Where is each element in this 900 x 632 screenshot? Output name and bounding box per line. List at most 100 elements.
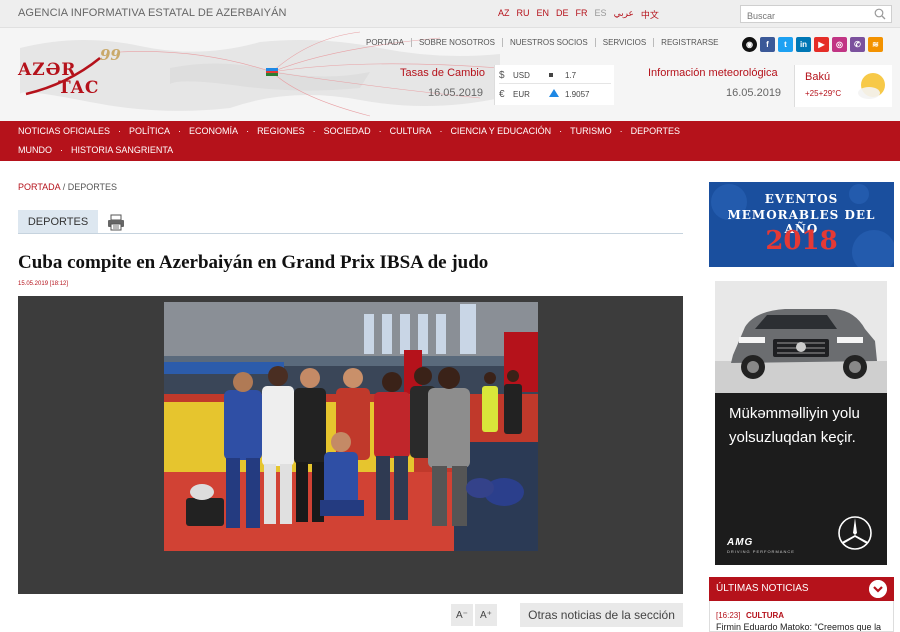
- linkedin-icon[interactable]: in: [796, 37, 811, 52]
- article-photo[interactable]: [164, 302, 538, 551]
- nav-separator: ·: [439, 126, 443, 136]
- chevron-down-icon[interactable]: [869, 580, 887, 598]
- font-larger-button[interactable]: A⁺: [475, 604, 497, 626]
- amg-tagline: DRIVING PERFORMANCE: [727, 549, 795, 554]
- breadcrumb-separator: /: [60, 182, 68, 192]
- rate-value: 1.9057: [565, 90, 590, 99]
- search-input[interactable]: [741, 8, 869, 24]
- weather-title[interactable]: Información meteorológica: [648, 67, 778, 79]
- nav-separator: ·: [60, 145, 63, 155]
- ad-line-2: yolsuzluqdan keçir.: [729, 429, 856, 446]
- exchange-rates-date: 16.05.2019: [428, 87, 484, 99]
- topnav-sobre-nosotros[interactable]: SOBRE NOSOTROS: [410, 38, 502, 47]
- main-nav-item[interactable]: POLÍTICA: [129, 126, 170, 136]
- dollar-icon: $: [499, 70, 505, 81]
- lang-ru[interactable]: RU: [517, 8, 530, 21]
- main-nav-item[interactable]: SOCIEDAD: [324, 126, 371, 136]
- lang-es[interactable]: ES: [595, 8, 607, 21]
- news-category[interactable]: CULTURA: [746, 611, 784, 620]
- search-icon[interactable]: [874, 8, 886, 20]
- more-section-news-button[interactable]: Otras noticias de la sección: [520, 603, 683, 627]
- sun-cloud-icon: [858, 73, 885, 99]
- banner-year: 2018: [765, 226, 838, 256]
- amg-ad-banner[interactable]: Mükəmməlliyin yolu yolsuzluqdan keçir. A…: [715, 281, 887, 565]
- main-nav-item[interactable]: REGIONES: [257, 126, 305, 136]
- print-icon[interactable]: [107, 214, 125, 231]
- main-nav-row-1: NOTICIAS OFICIALES · POLÍTICA · ECONOMÍA · REG…: [18, 126, 680, 136]
- amg-logo: AMG: [727, 537, 754, 548]
- up-arrow-icon: [549, 89, 559, 97]
- nav-separator: ·: [378, 126, 382, 136]
- lang-de[interactable]: DE: [556, 8, 569, 21]
- main-nav: NOTICIAS OFICIALES · POLÍTICA · ECONOMÍA · REG…: [0, 121, 900, 161]
- lang-en[interactable]: EN: [537, 8, 550, 21]
- nav-separator: ·: [118, 126, 122, 136]
- exchange-rates-box: $ USD 1.7 € EUR 1.9057: [494, 65, 614, 105]
- lang-ar[interactable]: عربي: [614, 8, 634, 21]
- breadcrumb-home[interactable]: PORTADA: [18, 182, 60, 192]
- main-nav-item[interactable]: NOTICIAS OFICIALES: [18, 126, 110, 136]
- logo-text-line1: AZƏR: [18, 60, 77, 80]
- section-tab[interactable]: DEPORTES: [18, 210, 98, 234]
- main-nav-item[interactable]: CIENCIA Y EDUCACIÓN: [450, 126, 551, 136]
- rate-row-eur: € EUR 1.9057: [499, 85, 611, 103]
- exchange-rates-title[interactable]: Tasas de Cambio: [400, 67, 485, 79]
- weather-date: 16.05.2019: [726, 87, 782, 99]
- main-nav-item[interactable]: TURISMO: [570, 126, 612, 136]
- main-nav-item[interactable]: MUNDO: [18, 145, 52, 155]
- breadcrumb-current[interactable]: DEPORTES: [68, 182, 117, 192]
- latest-news-header[interactable]: ÚLTIMAS NOTICIAS: [709, 577, 894, 601]
- language-switcher: AZ RU EN DE FR ES عربي 中文: [498, 8, 659, 21]
- site-header: AZƏR TAC 99 PORTADA SOBRE NOSOTROS NUEST…: [0, 28, 900, 121]
- agency-name: Agencia Informativa Estatal de Azerbaiyá…: [18, 7, 287, 19]
- nav-separator: ·: [246, 126, 250, 136]
- news-title[interactable]: Firmin Eduardo Matoko: “Creemos que la: [716, 622, 881, 631]
- main-nav-item[interactable]: DEPORTES: [631, 126, 680, 136]
- euro-icon: €: [499, 89, 505, 100]
- weather-temp: +25+29°C: [805, 89, 842, 98]
- ad-line-1: Mükəmməlliyin yolu: [729, 405, 860, 422]
- article-title: Cuba compite en Azerbaiyán en Grand Prix…: [18, 252, 489, 273]
- nav-separator: ·: [312, 126, 316, 136]
- weather-box: Bakú +25+29°C: [794, 65, 892, 107]
- weather-city: Bakú: [805, 71, 831, 83]
- photo-frame: [18, 296, 683, 594]
- rate-code: EUR: [513, 90, 530, 99]
- nav-separator: ·: [559, 126, 563, 136]
- social-links: ◉ f t in ▶ ◎ ✆ ≋: [742, 37, 883, 52]
- nav-separator: ·: [178, 126, 182, 136]
- lang-fr[interactable]: FR: [576, 8, 588, 21]
- article-timestamp: 15.05.2019 [18:12]: [18, 281, 69, 287]
- instagram-icon[interactable]: ◎: [832, 37, 847, 52]
- banner-line-1: EVENTOS: [764, 192, 839, 206]
- viber-icon[interactable]: ✆: [850, 37, 865, 52]
- logo-years: 99: [100, 46, 121, 64]
- main-nav-item[interactable]: ECONOMÍA: [189, 126, 238, 136]
- topnav-servicios[interactable]: SERVICIOS: [594, 38, 653, 47]
- rate-row-usd: $ USD 1.7: [499, 66, 611, 84]
- top-nav: PORTADA SOBRE NOSOTROS NUESTROS SOCIOS S…: [366, 38, 726, 47]
- font-smaller-button[interactable]: A⁻: [451, 604, 473, 626]
- main-nav-row-2: MUNDO · HISTORIA SANGRIENTA: [18, 145, 173, 155]
- search-box: [740, 5, 892, 24]
- lang-az[interactable]: AZ: [498, 8, 510, 21]
- rss-icon[interactable]: ≋: [868, 37, 883, 52]
- lang-zh[interactable]: 中文: [641, 8, 659, 21]
- topnav-portada[interactable]: PORTADA: [366, 38, 411, 47]
- facebook-icon[interactable]: f: [760, 37, 775, 52]
- twitter-icon[interactable]: t: [778, 37, 793, 52]
- eye-icon[interactable]: ◉: [742, 37, 757, 52]
- top-strip: Agencia Informativa Estatal de Azerbaiyá…: [0, 0, 900, 28]
- rate-code: USD: [513, 71, 530, 80]
- latest-news-title: ÚLTIMAS NOTICIAS: [716, 583, 809, 594]
- list-item[interactable]: [16:23] CULTURA Firmin Eduardo Matoko: “…: [709, 601, 894, 632]
- main-nav-item[interactable]: HISTORIA SANGRIENTA: [71, 145, 173, 155]
- main-nav-item[interactable]: CULTURA: [390, 126, 432, 136]
- topnav-nuestros-socios[interactable]: NUESTROS SOCIOS: [501, 38, 595, 47]
- memorable-events-banner[interactable]: EVENTOS MEMORABLES DEL AÑO 2018: [709, 182, 894, 267]
- topnav-registrarse[interactable]: REGISTRARSE: [653, 38, 725, 47]
- youtube-icon[interactable]: ▶: [814, 37, 829, 52]
- azertac-logo[interactable]: AZƏR TAC 99: [18, 46, 128, 110]
- news-time: [16:23]: [716, 611, 741, 620]
- steady-icon: [549, 70, 553, 79]
